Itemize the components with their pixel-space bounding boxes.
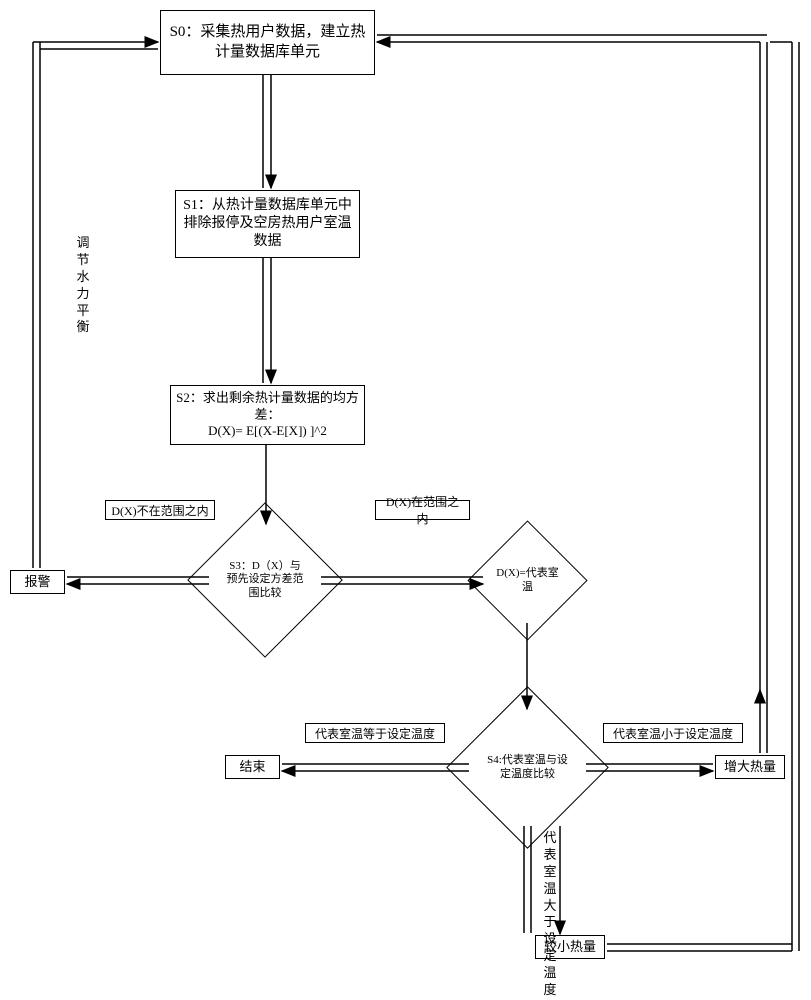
node-s0-text: S0：采集热用户数据，建立热计量数据库单元: [165, 23, 370, 62]
edge-rep-lt: 代表室温小于设定温度: [603, 723, 743, 743]
node-s3-text: S3：D（X）与预先设定方差范围比较: [210, 525, 320, 635]
edge-adjust: 调节水力平衡: [75, 235, 91, 336]
node-increase: 增大热量: [715, 755, 785, 779]
flowchart: S0：采集热用户数据，建立热计量数据库单元 S1：从热计量数据库单元中排除报停及…: [0, 0, 811, 1000]
node-s4: S4:代表室温与设定温度比较: [470, 710, 585, 825]
node-represents-text: D(X)=代表室温: [485, 538, 570, 623]
node-alarm-text: 报警: [24, 574, 50, 591]
node-s3: S3：D（X）与预先设定方差范围比较: [210, 525, 320, 635]
node-represents: D(X)=代表室温: [485, 538, 570, 623]
node-end: 结束: [225, 755, 280, 779]
edge-dx-in: D(X)在范围之内: [375, 500, 470, 520]
node-s1-text: S1：从热计量数据库单元中排除报停及空房热用户室温数据: [180, 197, 355, 252]
edge-dx-not-in: D(X)不在范围之内: [105, 500, 215, 520]
node-s4-text: S4:代表室温与设定温度比较: [470, 710, 585, 825]
node-alarm: 报警: [10, 570, 65, 594]
edge-rep-gt: 代表室温大于设定温度: [542, 830, 558, 999]
edge-rep-eq: 代表室温等于设定温度: [305, 723, 445, 743]
node-increase-text: 增大热量: [724, 759, 776, 776]
node-s2-text: S2：求出剩余热计量数据的均方差： D(X)= E[(X-E[X]) ]^2: [175, 390, 360, 441]
node-s0: S0：采集热用户数据，建立热计量数据库单元: [160, 10, 375, 75]
node-s2: S2：求出剩余热计量数据的均方差： D(X)= E[(X-E[X]) ]^2: [170, 385, 365, 445]
node-s1: S1：从热计量数据库单元中排除报停及空房热用户室温数据: [175, 190, 360, 258]
node-end-text: 结束: [239, 759, 265, 776]
